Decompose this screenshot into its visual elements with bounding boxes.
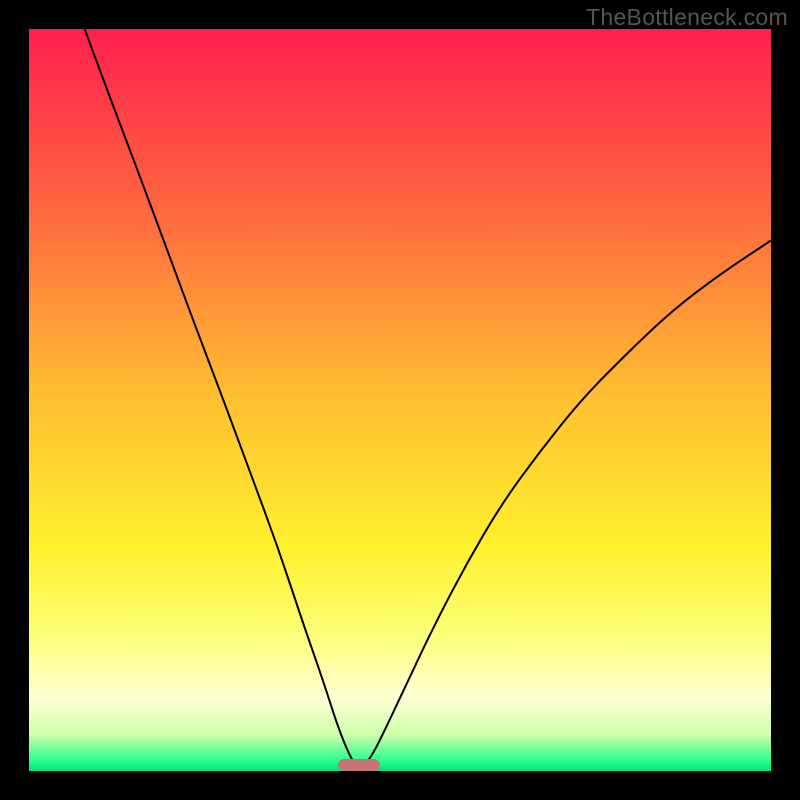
gradient-background [29, 29, 771, 771]
watermark-text: TheBottleneck.com [586, 4, 788, 31]
chart-frame: TheBottleneck.com [0, 0, 800, 800]
chart-svg [29, 29, 771, 771]
minimum-marker [338, 759, 380, 771]
plot-area [29, 29, 771, 771]
